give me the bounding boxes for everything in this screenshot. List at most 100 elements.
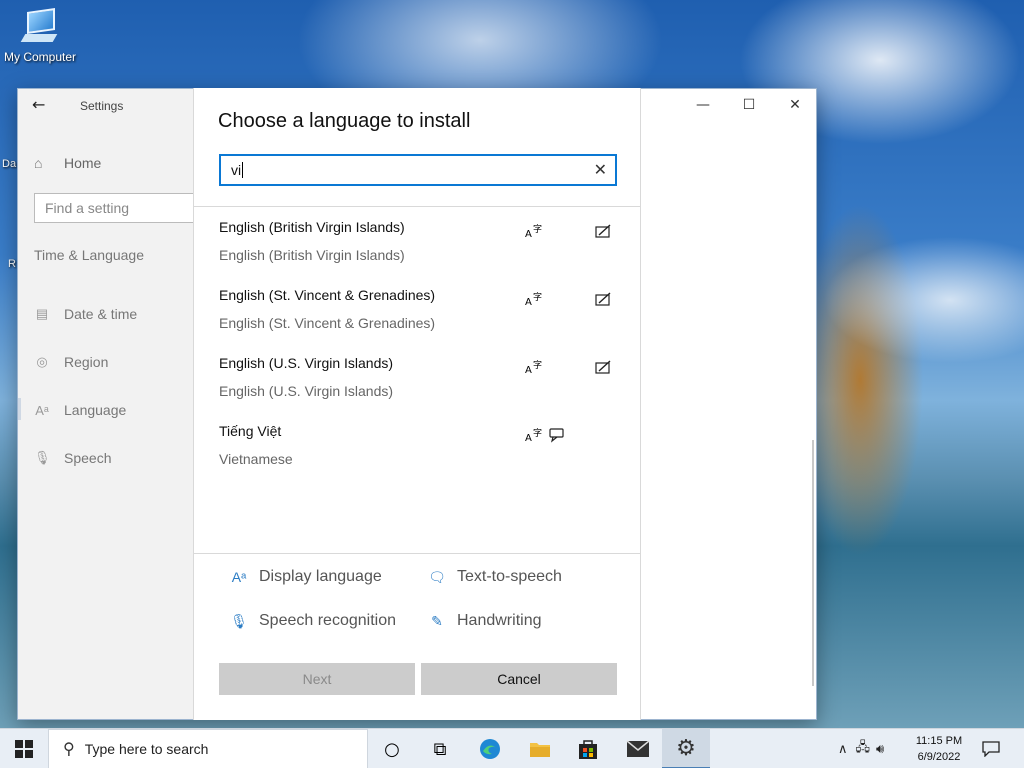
microphone-icon: 🎙︎: [34, 450, 51, 465]
minimize-button[interactable]: —: [688, 97, 718, 115]
home-icon: ⌂: [34, 155, 43, 171]
divider: [194, 553, 640, 554]
nav-item-label: Speech: [64, 450, 112, 466]
nav-item-date-time[interactable]: ▤ Date & time: [34, 303, 137, 325]
legend-label: Speech recognition: [259, 612, 396, 629]
taskbar: ⚲ Type here to search ○ ⧉ ⚙ ∧ 🖧︎ 🔊︎ 11:1…: [0, 728, 1024, 768]
scrollbar[interactable]: [812, 440, 814, 686]
svg-text:字: 字: [533, 359, 542, 371]
nav-item-label: Region: [64, 354, 109, 370]
task-view-button[interactable]: ⧉: [416, 729, 464, 768]
language-native-name: Vietnamese: [219, 451, 293, 467]
file-explorer-button[interactable]: [516, 729, 564, 768]
system-tray: ∧ 🖧︎ 🔊︎: [838, 729, 884, 768]
legend-label: Text-to-speech: [457, 568, 562, 585]
close-icon: ✕: [789, 97, 801, 113]
nav-item-label: Language: [64, 402, 127, 418]
network-icon[interactable]: 🖧︎: [856, 738, 871, 760]
dialog-title: Choose a language to install: [218, 110, 471, 132]
handwriting-icon: ✎: [431, 612, 443, 629]
svg-text:A: A: [525, 229, 532, 239]
handwriting-icon: [595, 360, 611, 374]
maximize-button[interactable]: ☐: [734, 97, 764, 115]
calendar-clock-icon: ▤: [35, 306, 49, 321]
display-language-icon: A 字: [525, 223, 542, 239]
nav-item-language[interactable]: Aᵃ Language: [34, 399, 126, 421]
legend-label: Handwriting: [457, 612, 542, 629]
window-title: Settings: [80, 99, 124, 113]
language-search-input[interactable]: vi ✕: [219, 154, 617, 186]
edge-button[interactable]: [466, 729, 514, 768]
nav-home[interactable]: ⌂ Home: [34, 153, 101, 173]
find-setting-input[interactable]: Find a setting: [34, 193, 204, 223]
microphone-icon: 🎙︎: [230, 612, 248, 629]
store-bag-icon: [579, 740, 597, 759]
svg-text:A: A: [525, 365, 532, 375]
text-to-speech-icon: [549, 428, 564, 443]
language-name: Tiếng Việt: [219, 423, 282, 439]
windows-logo-icon: [15, 740, 33, 758]
active-indicator: [18, 398, 21, 420]
svg-text:A: A: [525, 433, 532, 443]
legend-display-language: Aᵃ Display language: [229, 568, 382, 586]
search-icon: ⚲: [63, 741, 75, 758]
chevron-up-icon[interactable]: ∧: [838, 742, 848, 757]
settings-sidebar: ← Settings ⌂ Home Find a setting Time & …: [18, 89, 204, 719]
minimize-icon: —: [696, 97, 710, 113]
notification-icon: [982, 741, 1000, 757]
nav-item-speech[interactable]: 🎙︎ Speech: [34, 447, 111, 469]
next-button[interactable]: Next: [219, 663, 415, 695]
display-language-icon: A 字: [525, 427, 542, 443]
clear-icon[interactable]: ✕: [594, 160, 607, 180]
desktop-icon-label: My Computer: [3, 50, 77, 64]
display-language-icon: Aᵃ: [231, 569, 247, 585]
svg-text:字: 字: [533, 223, 542, 235]
gear-icon: ⚙: [676, 735, 696, 761]
mail-button[interactable]: [614, 729, 662, 768]
maximize-icon: ☐: [742, 97, 756, 113]
taskbar-search-box[interactable]: ⚲ Type here to search: [48, 729, 368, 768]
svg-text:字: 字: [533, 427, 542, 439]
settings-app-button[interactable]: ⚙: [662, 729, 710, 768]
nav-item-region[interactable]: ◎ Region: [34, 351, 108, 373]
clock[interactable]: 11:15 PM 6/9/2022: [902, 733, 976, 765]
language-row[interactable]: English (British Virgin Islands) English…: [219, 219, 619, 279]
nav-home-label: Home: [64, 155, 102, 171]
clock-date: 6/9/2022: [917, 751, 961, 763]
language-native-name: English (St. Vincent & Grenadines): [219, 315, 436, 331]
desktop-icon-fragment[interactable]: R: [8, 258, 16, 270]
section-title: Time & Language: [34, 247, 144, 263]
legend-label: Display language: [259, 568, 382, 585]
legend-speech-recognition: 🎙︎ Speech recognition: [229, 612, 396, 630]
folder-icon: [530, 743, 550, 757]
svg-text:A: A: [525, 297, 532, 307]
cancel-button[interactable]: Cancel: [421, 663, 617, 695]
language-native-name: English (British Virgin Islands): [219, 247, 405, 263]
svg-text:字: 字: [533, 291, 542, 303]
mail-icon: [626, 740, 650, 757]
start-button[interactable]: [0, 729, 48, 768]
desktop-icon-fragment[interactable]: Da: [2, 158, 16, 170]
computer-icon: [20, 8, 59, 44]
language-row[interactable]: English (U.S. Virgin Islands) English (U…: [219, 355, 619, 415]
nav-item-label: Date & time: [64, 306, 138, 322]
language-row[interactable]: Tiếng Việt Vietnamese A 字: [219, 423, 619, 483]
my-computer-desktop-icon[interactable]: My Computer: [2, 8, 78, 64]
store-button[interactable]: [564, 729, 612, 768]
language-row[interactable]: English (St. Vincent & Grenadines) Engli…: [219, 287, 619, 347]
text-to-speech-icon: 🗨︎: [428, 568, 446, 585]
language-name: English (U.S. Virgin Islands): [219, 355, 394, 371]
cortana-button[interactable]: ○: [368, 729, 416, 768]
volume-icon[interactable]: 🔊︎: [876, 742, 884, 757]
handwriting-icon: [595, 224, 611, 238]
close-window-button[interactable]: ✕: [780, 97, 810, 115]
edge-icon: [480, 739, 500, 759]
language-name: English (St. Vincent & Grenadines): [219, 287, 436, 303]
notifications-button[interactable]: [968, 729, 1014, 768]
handwriting-icon: [595, 292, 611, 306]
legend-handwriting: ✎ Handwriting: [427, 612, 541, 630]
globe-icon: ◎: [36, 354, 48, 369]
display-language-icon: A 字: [525, 359, 542, 375]
back-arrow-icon[interactable]: ←: [32, 95, 52, 115]
display-language-icon: A 字: [525, 291, 542, 307]
